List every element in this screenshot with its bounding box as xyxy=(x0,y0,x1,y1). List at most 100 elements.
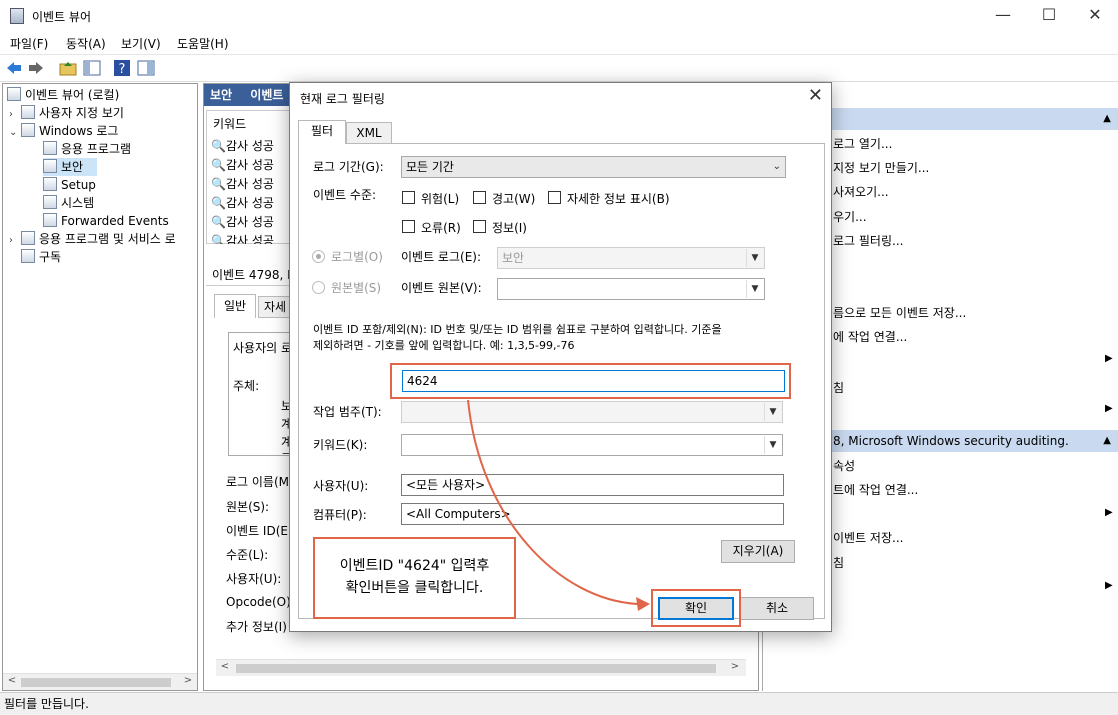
checkbox-information[interactable] xyxy=(473,220,486,233)
key-icon: 🔍 xyxy=(211,139,226,153)
folder-up-icon[interactable] xyxy=(59,59,77,77)
key-icon: 🔍 xyxy=(211,158,226,172)
tree-root[interactable]: 이벤트 뷰어 (로컬) xyxy=(7,86,119,104)
tree-log-setup[interactable]: Setup xyxy=(43,176,96,194)
tree-custom-views[interactable]: › 사용자 지정 보기 xyxy=(9,104,124,122)
event-viewer-icon xyxy=(10,8,24,24)
action-attach-task-event[interactable]: 트에 작업 연결... xyxy=(833,481,918,498)
submenu-arrow-icon[interactable]: ▶ xyxy=(1105,580,1113,591)
chevron-down-icon[interactable]: ⌄ xyxy=(9,124,21,142)
keyword-label: 키워드(K): xyxy=(313,438,368,452)
chevron-right-icon[interactable]: › xyxy=(9,232,21,250)
clear-button[interactable]: 지우기(A) xyxy=(721,540,795,563)
event-source-select[interactable]: ▼ xyxy=(497,278,765,300)
radio-by-log[interactable] xyxy=(312,250,325,263)
checkbox-critical[interactable] xyxy=(402,191,415,204)
action-refresh[interactable]: 침 xyxy=(833,379,844,396)
action-save-all[interactable]: 름으로 모든 이벤트 저장... xyxy=(833,304,966,321)
tree-log-application[interactable]: 응용 프로그램 xyxy=(43,140,131,158)
user-input[interactable]: <모든 사용자> xyxy=(401,474,784,496)
action-attach-task[interactable]: 에 작업 연결... xyxy=(833,328,907,345)
action-filter-log[interactable]: 로그 필터링... xyxy=(833,232,903,249)
tree-apps-services[interactable]: › 응용 프로그램 및 서비스 로 xyxy=(9,230,176,248)
column-keyword[interactable]: 키워드 xyxy=(213,115,246,132)
log-icon xyxy=(43,213,57,227)
back-arrow-icon[interactable] xyxy=(5,59,23,77)
menu-help[interactable]: 도움말(H) xyxy=(177,35,229,52)
collapse-icon[interactable]: ▲ xyxy=(1103,430,1111,452)
cancel-button[interactable]: 취소 xyxy=(740,597,814,620)
action-import[interactable]: 사져오기... xyxy=(833,183,889,200)
list-item[interactable]: 🔍감사 성공 xyxy=(211,137,274,154)
action-open-log[interactable]: 로그 열기... xyxy=(833,135,892,152)
field-log-name: 로그 이름(M xyxy=(226,475,290,489)
close-window-button[interactable]: ✕ xyxy=(1072,0,1118,32)
show-hide-tree-icon[interactable] xyxy=(83,59,101,77)
keyword-select[interactable]: ▼ xyxy=(401,434,783,456)
help-icon[interactable]: ? xyxy=(113,59,131,77)
collapse-icon[interactable]: ▲ xyxy=(1103,108,1111,130)
tab-xml[interactable]: XML xyxy=(346,122,392,144)
scroll-right-icon[interactable]: > xyxy=(181,675,195,686)
scroll-left-icon[interactable]: < xyxy=(218,661,232,672)
submenu-arrow-icon[interactable]: ▶ xyxy=(1105,353,1113,364)
checkbox-error[interactable] xyxy=(402,220,415,233)
scrollbar-thumb[interactable] xyxy=(21,678,171,687)
tree-log-security[interactable]: 보안 xyxy=(43,158,97,176)
show-hide-action-pane-icon[interactable] xyxy=(137,59,155,77)
submenu-arrow-icon[interactable]: ▶ xyxy=(1105,507,1113,518)
close-icon[interactable]: ✕ xyxy=(808,85,823,106)
action-create-view[interactable]: 지정 보기 만들기... xyxy=(833,159,929,176)
checkbox-warning[interactable] xyxy=(473,191,486,204)
forward-arrow-icon[interactable] xyxy=(27,59,45,77)
action-save-event[interactable]: 이벤트 저장... xyxy=(833,529,903,546)
log-icon xyxy=(43,141,57,155)
field-level: 수준(L): xyxy=(226,548,269,562)
tree-windows-logs[interactable]: ⌄ Windows 로그 xyxy=(9,122,118,140)
event-log-select[interactable]: 보안 ▼ xyxy=(497,247,765,269)
tree-log-system[interactable]: 시스템 xyxy=(43,194,94,212)
field-more-info: 추가 정보(I) xyxy=(226,620,287,634)
minimize-button[interactable]: — xyxy=(980,0,1026,32)
task-category-label: 작업 범주(T): xyxy=(313,405,382,419)
toolbar: ? xyxy=(0,54,1118,82)
tree-log-forwarded[interactable]: Forwarded Events xyxy=(43,212,169,230)
dialog-title: 현재 로그 필터링 xyxy=(300,92,385,106)
submenu-arrow-icon[interactable]: ▶ xyxy=(1105,403,1113,414)
menu-action[interactable]: 동작(A) xyxy=(66,35,106,52)
scroll-left-icon[interactable]: < xyxy=(5,675,19,686)
key-icon: 🔍 xyxy=(211,177,226,191)
list-item[interactable]: 🔍감사 성공 xyxy=(211,213,274,230)
scrollbar-thumb[interactable] xyxy=(236,664,716,673)
menu-view[interactable]: 보기(V) xyxy=(121,35,161,52)
task-category-select[interactable]: ▼ xyxy=(401,401,783,423)
log-icon xyxy=(43,177,57,191)
maximize-button[interactable]: ☐ xyxy=(1026,0,1072,32)
log-icon xyxy=(43,195,57,209)
list-item[interactable]: 🔍감사 성공 xyxy=(211,175,274,192)
action-clear[interactable]: 우기... xyxy=(833,208,867,225)
log-period-select[interactable]: 모든 기간 ⌄ xyxy=(401,156,786,178)
action-refresh-event[interactable]: 침 xyxy=(833,554,844,571)
tab-filter[interactable]: 필터 xyxy=(298,120,346,144)
scroll-right-icon[interactable]: > xyxy=(728,661,742,672)
folder-icon xyxy=(21,123,35,137)
key-icon: 🔍 xyxy=(211,234,226,244)
tab-general[interactable]: 일반 xyxy=(214,294,256,318)
field-source: 원본(S): xyxy=(226,500,270,514)
detail-horizontal-scrollbar[interactable]: < > xyxy=(216,659,746,676)
menu-file[interactable]: 파일(F) xyxy=(10,35,48,52)
chevron-down-icon: ▼ xyxy=(746,249,763,267)
tree-subscriptions[interactable]: 구독 xyxy=(21,248,61,266)
tree-horizontal-scrollbar[interactable]: < > xyxy=(3,673,197,690)
list-item[interactable]: 🔍감사 성공 xyxy=(211,194,274,211)
computer-input[interactable]: <All Computers> xyxy=(401,503,784,525)
field-event-id: 이벤트 ID(E xyxy=(226,524,288,538)
event-viewer-icon xyxy=(7,87,21,101)
radio-by-source[interactable] xyxy=(312,281,325,294)
checkbox-verbose[interactable] xyxy=(548,191,561,204)
tab-details[interactable]: 자세 xyxy=(258,296,292,318)
list-item[interactable]: 🔍감사 성공 xyxy=(211,156,274,173)
list-item[interactable]: 🔍감사 성공 xyxy=(211,232,274,244)
action-event-properties[interactable]: 속성 xyxy=(833,457,855,474)
